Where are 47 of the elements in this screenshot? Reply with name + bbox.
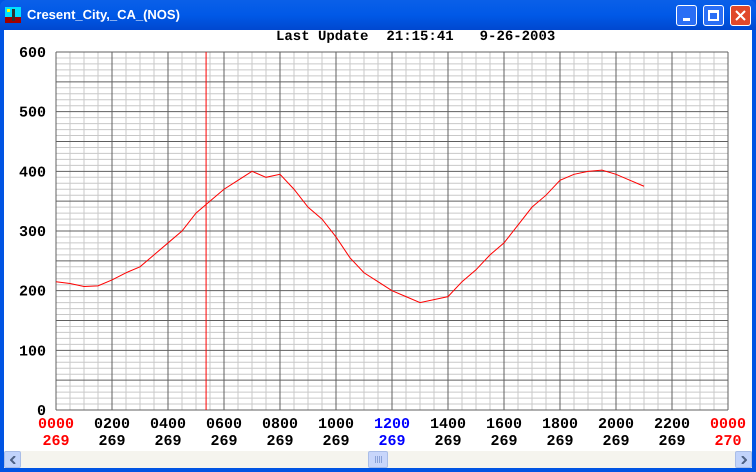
x-tick-label: 0000	[710, 416, 746, 433]
x-tick-label: 0400	[150, 416, 186, 433]
day-label: 269	[98, 433, 126, 448]
x-tick-label: 1400	[430, 416, 466, 433]
update-date: 9-26-2003	[480, 30, 556, 44]
x-tick-label: 2000	[598, 416, 634, 433]
chevron-left-icon	[10, 456, 16, 464]
y-tick-label: 600	[18, 45, 46, 62]
scroll-left-button[interactable]	[4, 451, 21, 468]
x-tick-label: 1600	[486, 416, 522, 433]
chevron-right-icon	[740, 456, 746, 464]
x-tick-label: 0200	[94, 416, 130, 433]
y-tick-label: 300	[18, 224, 46, 241]
close-icon	[735, 10, 746, 20]
y-tick-label: 100	[18, 343, 46, 360]
day-label: 269	[266, 433, 294, 448]
x-tick-label: 2200	[654, 416, 690, 433]
close-button[interactable]	[730, 4, 751, 26]
update-time: 21:15:41	[386, 30, 454, 44]
last-update-label: Last Update	[276, 30, 368, 44]
scroll-thumb[interactable]	[368, 451, 388, 468]
day-label: 269	[42, 433, 70, 448]
scroll-right-button[interactable]	[735, 451, 752, 468]
y-tick-label: 200	[18, 284, 46, 301]
lighthouse-icon	[5, 7, 21, 23]
day-label: 269	[434, 433, 462, 448]
x-tick-label: 1200	[374, 416, 410, 433]
day-label: 269	[210, 433, 238, 448]
day-label: 269	[490, 433, 518, 448]
x-tick-label: 1000	[318, 416, 354, 433]
x-tick-label: 0800	[262, 416, 298, 433]
window-title: Cresent_City,_CA_(NOS)	[27, 6, 181, 24]
x-tick-label: 0600	[206, 416, 242, 433]
day-label: 269	[378, 433, 406, 448]
maximize-button[interactable]	[703, 4, 724, 26]
day-label: 270	[714, 433, 742, 448]
y-tick-label: 400	[18, 164, 46, 182]
day-label: 269	[602, 433, 630, 448]
x-tick-label: 0000	[38, 416, 74, 433]
x-tick-label: 1800	[542, 416, 578, 433]
minimize-button[interactable]	[676, 4, 697, 26]
day-label: 269	[154, 433, 182, 448]
horizontal-scrollbar[interactable]	[4, 451, 752, 468]
y-tick-label: 500	[18, 104, 46, 122]
day-label: 269	[322, 433, 350, 448]
day-label: 269	[546, 433, 574, 448]
day-label: 269	[658, 433, 686, 448]
